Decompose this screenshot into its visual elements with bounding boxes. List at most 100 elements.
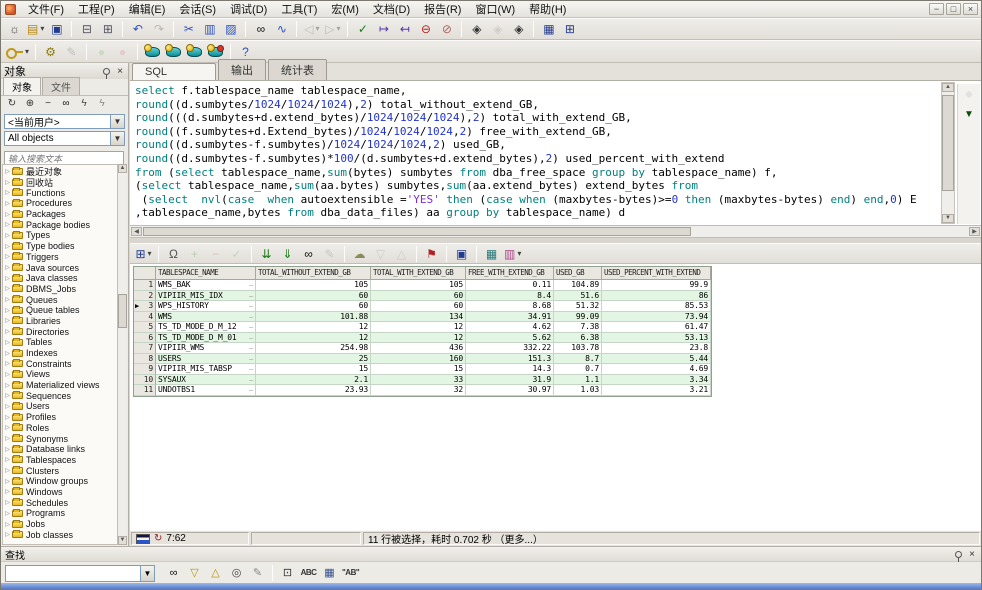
value-cell[interactable]: 104.89 [554, 280, 602, 291]
tree-item[interactable]: ▷Types [3, 230, 117, 241]
tablespace-name-cell[interactable]: SYSAUX— [156, 375, 256, 386]
print-setup-button[interactable]: ⊞ [98, 20, 117, 38]
table-row[interactable]: 7VIPIIR_WMS—254.98436332.22103.7823.8 [134, 343, 711, 354]
new-command-window-button[interactable] [185, 43, 204, 61]
tree-item[interactable]: ▷Indexes [3, 348, 117, 359]
undo-button[interactable]: ↶ [128, 20, 147, 38]
editor-hscrollbar[interactable]: ◀ ▶ [130, 226, 981, 238]
value-cell[interactable]: 8.68 [466, 301, 554, 312]
tree-item[interactable]: ▷Libraries [3, 316, 117, 327]
value-cell[interactable]: 23.93 [256, 385, 371, 396]
expand-arrow-icon[interactable]: ▷ [3, 211, 12, 218]
value-cell[interactable]: 32 [371, 385, 466, 396]
value-cell[interactable]: 31.9 [466, 375, 554, 386]
expand-arrow-icon[interactable]: ▷ [3, 488, 12, 495]
value-cell[interactable]: 134 [371, 312, 466, 323]
tree-item[interactable]: ▷Profiles [3, 412, 117, 423]
tab-统计表[interactable]: 统计表 [268, 59, 327, 80]
expand-arrow-icon[interactable]: ▷ [3, 339, 12, 346]
value-cell[interactable]: 3.34 [602, 375, 711, 386]
value-cell[interactable]: 0.11 [466, 280, 554, 291]
value-cell[interactable]: 332.22 [466, 343, 554, 354]
copy-results-button[interactable]: ▦ [482, 245, 501, 263]
cell-expand-icon[interactable]: — [249, 354, 253, 364]
value-cell[interactable]: 5.62 [466, 333, 554, 344]
expand-arrow-icon[interactable]: ▷ [3, 478, 12, 485]
value-cell[interactable]: 12 [256, 322, 371, 333]
fetch-next-page-button[interactable]: ⇊ [257, 245, 276, 263]
logon-button[interactable]: ▾ [5, 43, 30, 61]
row-number[interactable]: 11 [134, 385, 156, 396]
expand-arrow-icon[interactable]: ▷ [3, 403, 12, 410]
tree-item[interactable]: ▷Users [3, 401, 117, 412]
scrollbar-thumb[interactable] [143, 227, 691, 236]
find-combobox[interactable]: ▼ [5, 565, 155, 582]
expand-arrow-icon[interactable]: ▷ [3, 221, 12, 228]
tree-item[interactable]: ▷DBMS_Jobs [3, 284, 117, 295]
column-header[interactable]: USED_GB [554, 267, 602, 280]
table-row[interactable]: 3▶WPS_HISTORY—60608.6851.3285.53 [134, 301, 711, 312]
save-button[interactable]: ▣ [47, 20, 66, 38]
editor-vscrollbar[interactable]: ▲ ▼ [941, 82, 955, 224]
tablespace-name-cell[interactable]: TS_TD_MODE_D_M_12— [156, 322, 256, 333]
menu-item-1[interactable]: 文件(F) [21, 3, 71, 17]
regex-button[interactable]: ▦ [320, 564, 339, 582]
table-row[interactable]: 8USERS—25160151.38.75.44 [134, 354, 711, 365]
table-row[interactable]: 9VIPIIR_MIS_TABSP—151514.30.74.69 [134, 364, 711, 375]
expand-arrow-icon[interactable]: ▷ [3, 285, 12, 292]
tree-item[interactable]: ▷Sequences [3, 390, 117, 401]
cell-expand-icon[interactable]: — [249, 301, 253, 311]
value-cell[interactable]: 61.47 [602, 322, 711, 333]
row-number[interactable]: 3▶ [134, 301, 156, 312]
row-number[interactable]: 10 [134, 375, 156, 386]
cell-expand-icon[interactable]: — [249, 280, 253, 290]
find-prev-occurrence-button[interactable]: △ [206, 564, 225, 582]
tree-scrollbar[interactable]: ▲ ▼ [117, 164, 127, 545]
column-header[interactable]: TOTAL_WITHOUT_EXTEND_GB [256, 267, 371, 280]
value-cell[interactable]: 8.4 [466, 291, 554, 302]
tree-item[interactable]: ▷Window groups [3, 476, 117, 487]
expand-arrow-icon[interactable]: ▷ [3, 392, 12, 399]
scroll-up-icon[interactable]: ▲ [118, 164, 127, 173]
tree-item[interactable]: ▷Type bodies [3, 241, 117, 252]
outdent-button[interactable]: ↤ [395, 20, 414, 38]
chevron-down-icon[interactable]: ▾ [148, 250, 152, 258]
cell-expand-icon[interactable]: — [249, 333, 253, 343]
tree-item[interactable]: ▷Clusters [3, 465, 117, 476]
value-cell[interactable]: 105 [371, 280, 466, 291]
find-results-button[interactable]: ∞ [299, 245, 318, 263]
value-cell[interactable]: 15 [256, 364, 371, 375]
row-number[interactable]: 1 [134, 280, 156, 291]
help-button[interactable]: ? [236, 43, 255, 61]
indent-button[interactable]: ↦ [374, 20, 393, 38]
value-cell[interactable]: 4.62 [466, 322, 554, 333]
chart-button[interactable]: ▥▾ [503, 245, 522, 263]
value-cell[interactable]: 99.09 [554, 312, 602, 323]
tree-item[interactable]: ▷Queue tables [3, 305, 117, 316]
close-icon[interactable]: × [115, 66, 125, 77]
expand-arrow-icon[interactable]: ▷ [3, 510, 12, 517]
test-window-button[interactable]: ◈ [467, 20, 486, 38]
find-input[interactable] [7, 567, 137, 580]
minimize-button[interactable]: − [929, 3, 944, 15]
cell-expand-icon[interactable]: — [249, 291, 253, 301]
table-row[interactable]: 6TS_TD_MODE_D_M_01—12125.626.3853.13 [134, 333, 711, 344]
tree-item[interactable]: ▷Package bodies [3, 219, 117, 230]
value-cell[interactable]: 51.32 [554, 301, 602, 312]
tree-item[interactable]: ▷Database links [3, 444, 117, 455]
tablespace-name-cell[interactable]: TS_TD_MODE_D_M_01— [156, 333, 256, 344]
cell-expand-icon[interactable]: — [249, 364, 253, 374]
value-cell[interactable]: 60 [256, 291, 371, 302]
collapse-object-button[interactable]: − [40, 97, 56, 111]
menu-item-4[interactable]: 会话(S) [172, 3, 223, 17]
find-next-button[interactable]: ∿ [272, 20, 291, 38]
whole-word-button[interactable]: ABC [299, 564, 318, 582]
tree-item[interactable]: ▷Materialized views [3, 380, 117, 391]
find-button[interactable]: ∞ [251, 20, 270, 38]
expand-arrow-icon[interactable]: ▷ [3, 232, 12, 239]
expand-arrow-icon[interactable]: ▷ [3, 521, 12, 528]
value-cell[interactable]: 30.97 [466, 385, 554, 396]
sidebar-tab-对象[interactable]: 对象 [3, 77, 41, 95]
table-row[interactable]: 5TS_TD_MODE_D_M_12—12124.627.3861.47 [134, 322, 711, 333]
expand-arrow-icon[interactable]: ▷ [3, 264, 12, 271]
